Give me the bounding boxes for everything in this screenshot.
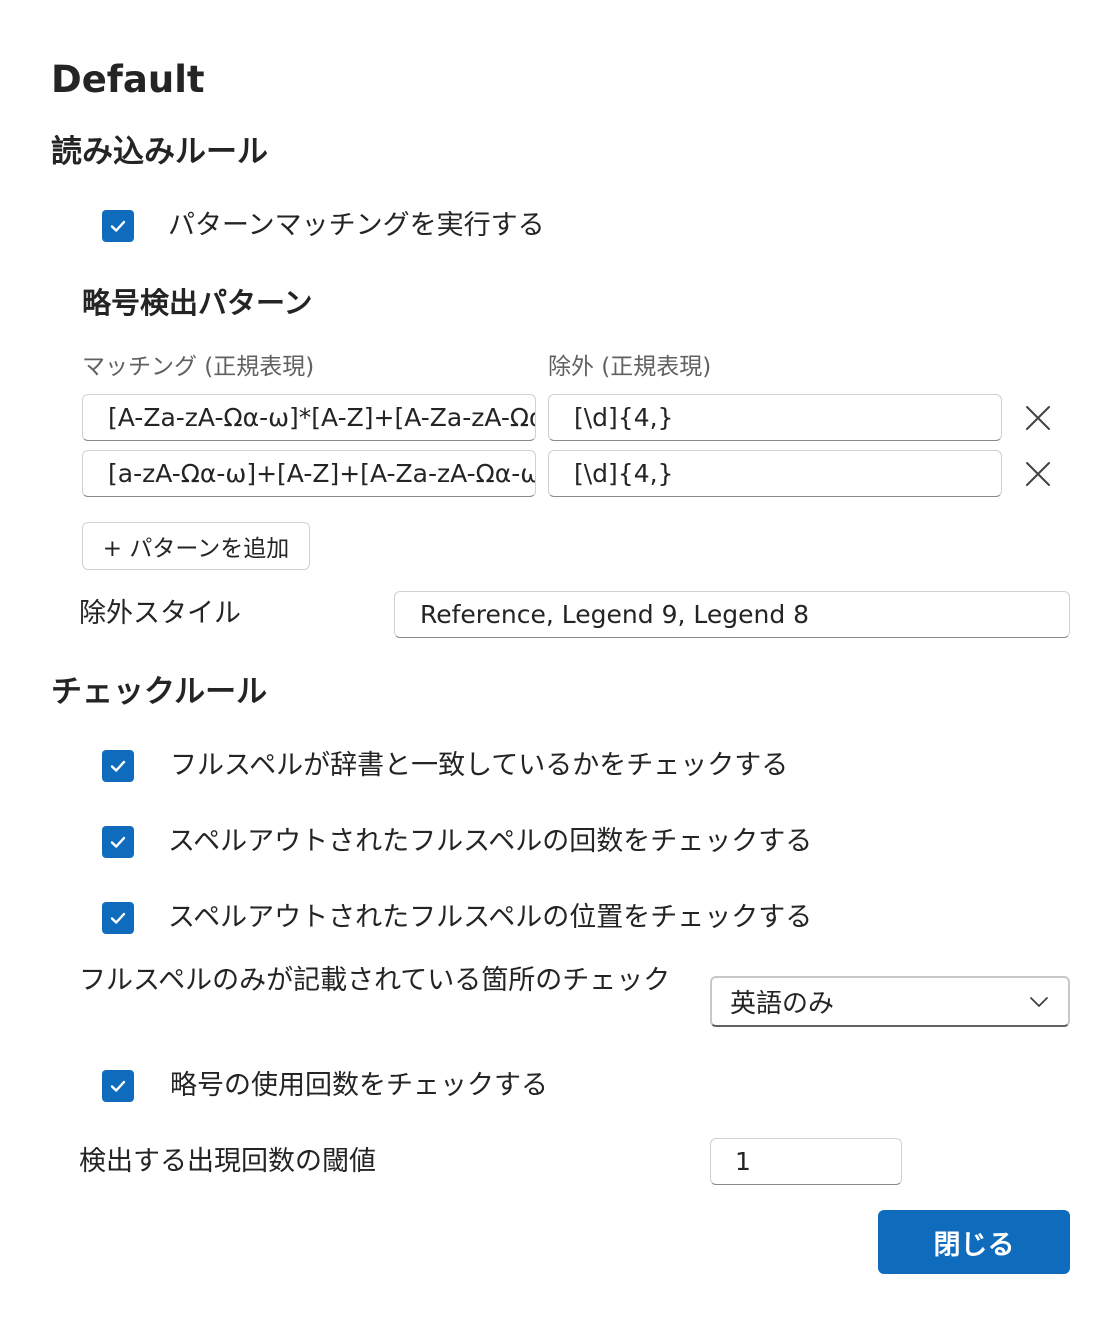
check-position-checkbox[interactable] [102, 902, 134, 934]
fullspell-only-label: フルスペルのみが記載されている箇所のチェック [79, 965, 671, 996]
fullspell-only-selected-value: 英語のみ [730, 989, 835, 1019]
pattern-matching-option[interactable]: パターンマッチングを実行する [102, 210, 545, 242]
dialog-title: Default [51, 58, 205, 101]
pattern-matching-checkbox[interactable] [102, 210, 134, 242]
pattern-matching-label: パターンマッチングを実行する [168, 210, 545, 241]
match-pattern-input-1[interactable]: [A-Za-zA-Ωα-ω]*[A-Z]+[A-Za-zA-Ωα-ω]* [82, 394, 536, 441]
exclude-column-header: 除外 (正規表現) [548, 354, 712, 380]
exclude-style-label: 除外スタイル [79, 598, 241, 629]
remove-pattern-button-2[interactable] [1018, 454, 1058, 494]
abbr-usage-checkbox[interactable] [102, 1070, 134, 1102]
checkmark-icon [110, 1080, 126, 1092]
check-dictionary-label: フルスペルが辞書と一致しているかをチェックする [170, 750, 789, 781]
section-title-read-rules: 読み込みルール [51, 134, 268, 170]
check-count-option[interactable]: スペルアウトされたフルスペルの回数をチェックする [102, 826, 812, 858]
remove-pattern-button-1[interactable] [1018, 398, 1058, 438]
check-position-option[interactable]: スペルアウトされたフルスペルの位置をチェックする [102, 902, 812, 934]
check-count-checkbox[interactable] [102, 826, 134, 858]
fullspell-only-select[interactable]: 英語のみ [710, 976, 1070, 1027]
check-dictionary-option[interactable]: フルスペルが辞書と一致しているかをチェックする [102, 750, 788, 782]
chevron-down-icon [1030, 996, 1048, 1007]
close-button[interactable]: 閉じる [878, 1210, 1070, 1274]
threshold-label: 検出する出現回数の閾値 [79, 1146, 376, 1177]
match-pattern-input-2[interactable]: [a-zA-Ωα-ω]+[A-Z]+[A-Za-zA-Ωα-ω]* [82, 450, 536, 497]
exclude-pattern-input-1[interactable]: [\d]{4,} [548, 394, 1002, 441]
section-title-check-rules: チェックルール [51, 674, 268, 710]
check-count-label: スペルアウトされたフルスペルの回数をチェックする [168, 826, 813, 857]
abbr-usage-option[interactable]: 略号の使用回数をチェックする [102, 1070, 548, 1102]
exclude-pattern-input-2[interactable]: [\d]{4,} [548, 450, 1002, 497]
add-pattern-button[interactable]: + パターンを追加 [82, 522, 310, 570]
check-position-label: スペルアウトされたフルスペルの位置をチェックする [168, 902, 813, 933]
close-icon [1026, 462, 1050, 486]
abbr-pattern-title: 略号検出パターン [82, 286, 313, 320]
abbr-usage-label: 略号の使用回数をチェックする [170, 1070, 548, 1101]
match-column-header: マッチング (正規表現) [82, 354, 315, 380]
close-icon [1026, 406, 1050, 430]
threshold-input[interactable]: 1 [710, 1138, 902, 1185]
check-dictionary-checkbox[interactable] [102, 750, 134, 782]
checkmark-icon [110, 836, 126, 848]
exclude-style-input[interactable]: Reference, Legend 9, Legend 8 [394, 591, 1070, 638]
checkmark-icon [110, 220, 126, 232]
checkmark-icon [110, 912, 126, 924]
checkmark-icon [110, 760, 126, 772]
